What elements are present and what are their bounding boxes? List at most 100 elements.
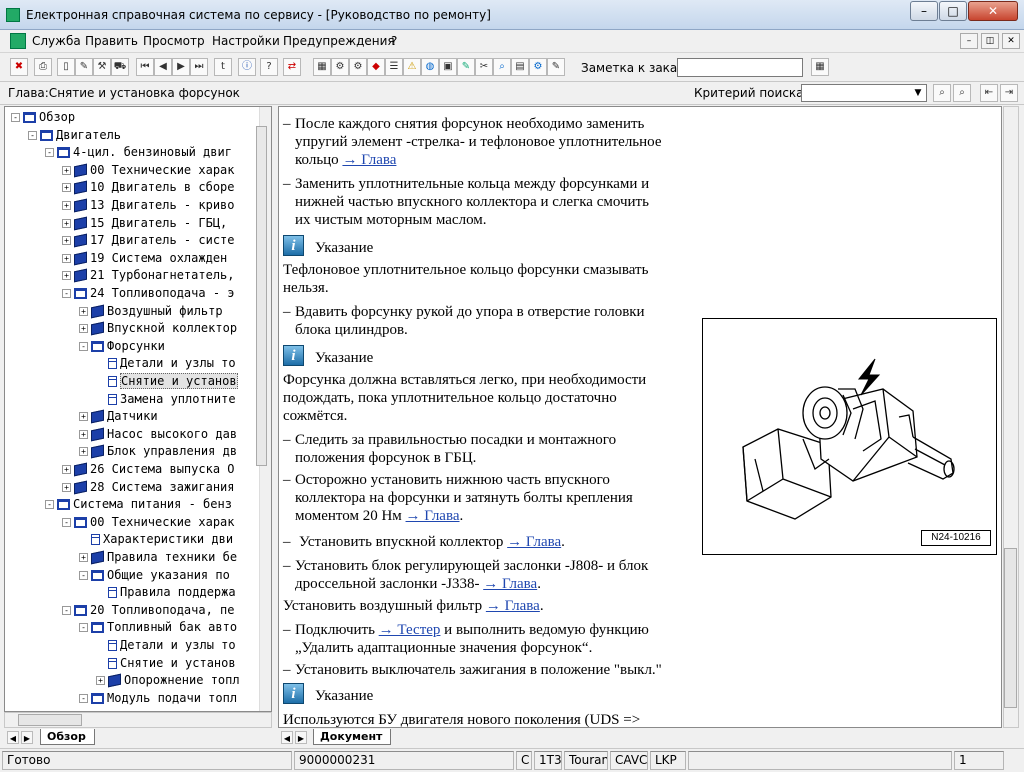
swap-icon[interactable]: ⇄ [283,58,301,76]
list-icon[interactable]: ☰ [385,58,403,76]
calculator-icon[interactable]: ▦ [313,58,331,76]
tree-item[interactable]: +10 Двигатель в сборе [62,179,235,196]
chevron-down-icon[interactable]: ▼ [910,85,926,101]
collapse-icon[interactable]: - [62,289,71,298]
search-back-icon[interactable]: ⌕ [933,84,951,102]
tree-item[interactable]: - Модуль подачи топл [79,690,237,707]
expand-icon[interactable]: + [62,465,71,474]
help-icon[interactable]: ? [260,58,278,76]
wrench-icon[interactable]: ✂ [475,58,493,76]
tab-next-icon[interactable]: ▶ [21,731,33,744]
calendar-icon[interactable]: ▦ [811,58,829,76]
engine-icon[interactable]: ⚙ [331,58,349,76]
menu-warnings[interactable]: Предупреждения [283,34,395,48]
mdi-restore-button[interactable]: ◫ [981,33,999,49]
level-up-icon[interactable]: t [214,58,232,76]
expand-icon[interactable]: + [62,183,71,193]
expand-icon[interactable]: + [79,429,88,439]
tree-item[interactable]: +17 Двигатель - систе [62,232,235,249]
expand-icon[interactable]: + [79,324,88,334]
tree-item[interactable]: +00 Технические харак [62,162,235,179]
expand-icon[interactable]: + [96,676,105,686]
tree-item[interactable]: Снятие и установ [96,373,238,390]
tree-item[interactable]: - 24 Топливоподача - э [62,285,235,302]
expand-icon[interactable]: + [79,447,88,457]
mdi-close-button[interactable]: ✕ [1002,33,1020,49]
expand-icon[interactable]: + [62,236,71,246]
collapse-icon[interactable]: - [45,500,54,510]
menu-edit[interactable]: Править [85,34,138,48]
new-doc-icon[interactable]: ▯ [57,58,75,76]
tree-item[interactable]: - Общие указания по [79,567,230,584]
collapse-icon[interactable]: - [79,623,88,633]
collapse-icon[interactable]: - [62,605,71,615]
collapse-icon[interactable]: - [62,517,71,527]
tree-item[interactable]: +26 Система выпуска О [62,461,235,478]
tree-item[interactable]: Замена уплотните [96,391,236,408]
tree-item[interactable]: - 00 Технические харак [62,514,235,531]
search-criteria-input[interactable] [801,84,927,102]
tree-item[interactable]: Снятие и установ [96,655,236,672]
collapse-icon[interactable]: - [79,341,88,351]
chapter-link[interactable]: → Глава [507,534,561,550]
align-left-icon[interactable]: ⇤ [980,84,998,102]
chapter-link[interactable]: → Глава [406,508,460,524]
expand-icon[interactable]: + [62,218,71,228]
menu-service[interactable]: Служба [32,34,81,48]
prev-page-icon[interactable]: ◀ [154,58,172,76]
menu-settings[interactable]: Настройки [212,34,280,48]
save-icon[interactable]: ▣ [439,58,457,76]
chapter-link[interactable]: → Тестер [379,622,441,638]
tree-item[interactable]: - Топливный бак авто [79,619,237,636]
collapse-icon[interactable]: - [11,113,20,122]
edit-icon[interactable]: ✎ [547,58,565,76]
chapter-link[interactable]: → Глава [486,598,540,614]
expand-icon[interactable]: + [62,165,71,175]
tab-prev-icon[interactable]: ◀ [7,731,19,744]
doc-tab-next-icon[interactable]: ▶ [295,731,307,744]
tree-item[interactable]: - Обзор [11,109,75,126]
tree-item[interactable]: + Датчики [79,408,158,425]
tree-item[interactable]: +21 Турбонагнетатель, [62,267,235,284]
tree-item[interactable]: - Двигатель [28,127,121,144]
doc-tab-prev-icon[interactable]: ◀ [281,731,293,744]
tree-item[interactable]: +19 Система охлажден [62,250,227,267]
tree-item[interactable]: - 20 Топливоподача, пе [62,602,235,619]
tree-item[interactable]: + Насос высокого дав [79,426,237,443]
tree-item[interactable]: +28 Система зажигания [62,479,235,496]
warning-icon[interactable]: ⚠ [403,58,421,76]
last-page-icon[interactable]: ⏭ [190,58,208,76]
order-note-input[interactable] [677,58,803,77]
book-icon[interactable]: ◆ [367,58,385,76]
maximize-button[interactable]: □ [939,1,967,21]
tree-item[interactable]: + Правила техники бе [79,549,237,566]
workshop-icon[interactable]: ⚒ [93,58,111,76]
tree-item[interactable]: Детали и узлы то [96,355,236,372]
tree-item[interactable]: + Впускной коллектор [79,320,237,337]
tree-item[interactable]: - 4-цил. бензиновый двиг [45,144,232,161]
edit-doc-icon[interactable]: ✎ [75,58,93,76]
tab-document[interactable]: Документ [313,729,392,745]
collapse-icon[interactable]: - [79,570,88,580]
print-icon[interactable]: ⎙ [34,58,52,76]
chapter-link[interactable]: → Глава [483,576,537,592]
collapse-icon[interactable]: - [79,693,88,703]
tree-item[interactable]: + Блок управления дв [79,443,237,460]
tree-item[interactable]: - Система питания - бенз [45,496,232,513]
info-icon[interactable]: ⓘ [238,58,256,76]
pen-icon[interactable]: ✎ [457,58,475,76]
tree-scroll-thumb[interactable] [256,126,267,466]
mdi-minimize-button[interactable]: – [960,33,978,49]
search-forward-icon[interactable]: ⌕ [953,84,971,102]
menu-help[interactable]: ? [391,34,397,48]
close-button[interactable]: ✕ [968,1,1018,21]
search-car-icon[interactable]: ⌕ [493,58,511,76]
notes-icon[interactable]: ▤ [511,58,529,76]
collapse-icon[interactable]: - [28,130,37,140]
expand-icon[interactable]: + [62,253,71,263]
menu-view[interactable]: Просмотр [143,34,205,48]
first-page-icon[interactable]: ⏮ [136,58,154,76]
next-page-icon[interactable]: ▶ [172,58,190,76]
collapse-icon[interactable]: - [45,148,54,158]
parts-icon[interactable]: ⚙ [349,58,367,76]
